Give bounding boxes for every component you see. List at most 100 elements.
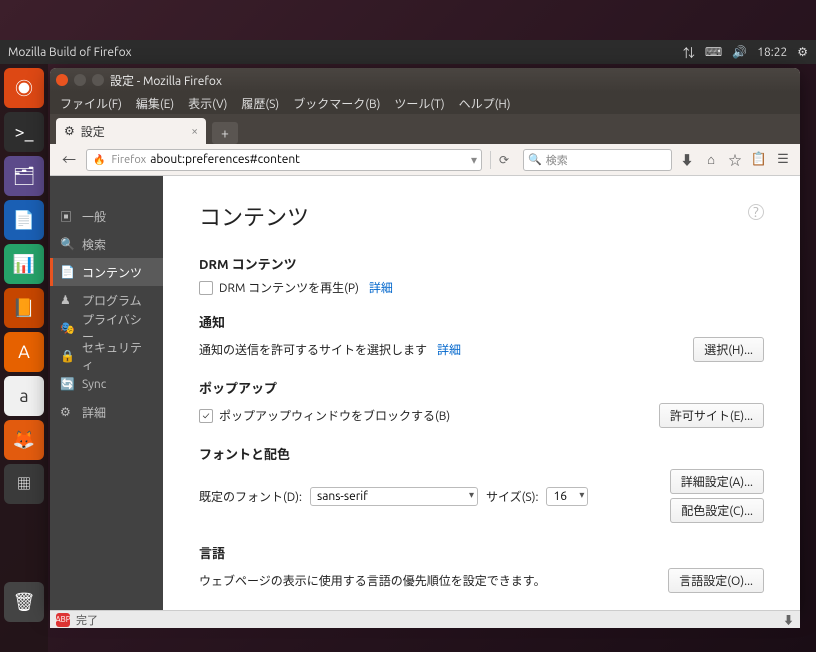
popup-heading: ポップアップ bbox=[199, 378, 764, 397]
notif-details-link[interactable]: 詳細 bbox=[437, 341, 461, 358]
launcher-firefox[interactable]: 🦊 bbox=[4, 420, 44, 460]
lock-icon: 🔒 bbox=[60, 349, 74, 363]
sync-icon: 🔄 bbox=[60, 377, 74, 391]
settings-gear-icon[interactable]: ⚙ bbox=[797, 45, 808, 59]
search-icon: 🔍 bbox=[528, 153, 542, 166]
menu-tools[interactable]: ツール(T) bbox=[394, 95, 444, 112]
sidebar-item-privacy[interactable]: 🎭プライバシー bbox=[50, 314, 163, 342]
sidebar-item-sync[interactable]: 🔄Sync bbox=[50, 370, 163, 398]
bookmark-star-icon[interactable]: ☆ bbox=[726, 150, 744, 169]
drm-play-checkbox-label[interactable]: DRM コンテンツを再生(P) bbox=[199, 279, 359, 296]
sidebar-item-search[interactable]: 🔍検索 bbox=[50, 230, 163, 258]
dropdown-icon[interactable]: ▾ bbox=[471, 153, 477, 167]
tab-close-icon[interactable]: × bbox=[191, 125, 198, 138]
clock[interactable]: 18:22 bbox=[757, 46, 787, 59]
sidebar-item-security[interactable]: 🔒セキュリティ bbox=[50, 342, 163, 370]
gear-icon: ⚙ bbox=[64, 124, 75, 138]
help-icon[interactable]: ? bbox=[748, 204, 764, 220]
menubar: ファイル(F) 編集(E) 表示(V) 履歴(S) ブックマーク(B) ツール(… bbox=[50, 92, 800, 114]
url-input[interactable] bbox=[150, 153, 467, 166]
tab-settings[interactable]: ⚙ 設定 × bbox=[56, 118, 206, 144]
launcher-writer[interactable]: 📄 bbox=[4, 200, 44, 240]
firefox-badge-text: Firefox bbox=[111, 154, 146, 166]
launcher-calc[interactable]: 📊 bbox=[4, 244, 44, 284]
prefs-sidebar: ▣一般 🔍検索 📄コンテンツ ♟プログラム 🎭プライバシー 🔒セキュリティ 🔄S… bbox=[50, 176, 163, 610]
default-font-label: 既定のフォント(D): bbox=[199, 488, 302, 505]
popup-exceptions-button[interactable]: 許可サイト(E)... bbox=[659, 403, 764, 428]
notif-heading: 通知 bbox=[199, 312, 764, 331]
back-button[interactable]: ← bbox=[58, 149, 80, 171]
launcher-amazon[interactable]: a bbox=[4, 376, 44, 416]
tabbar: ⚙ 設定 × + bbox=[50, 114, 800, 144]
menu-view[interactable]: 表示(V) bbox=[188, 95, 227, 112]
sidebar-item-general[interactable]: ▣一般 bbox=[50, 202, 163, 230]
menu-file[interactable]: ファイル(F) bbox=[60, 95, 122, 112]
minimize-icon[interactable] bbox=[74, 74, 86, 86]
url-field[interactable]: 🔥 Firefox ▾ bbox=[86, 149, 482, 171]
font-size-label: サイズ(S): bbox=[486, 488, 538, 505]
separator bbox=[490, 151, 491, 169]
hamburger-menu-icon[interactable]: ☰ bbox=[774, 152, 792, 167]
clipboard-icon[interactable]: 📋 bbox=[750, 152, 768, 167]
gear-icon: ⚙ bbox=[60, 405, 74, 419]
privacy-icon: 🎭 bbox=[60, 321, 74, 335]
search-placeholder: 検索 bbox=[546, 152, 568, 168]
sidebar-item-content[interactable]: 📄コンテンツ bbox=[50, 258, 163, 286]
download-arrow-icon[interactable]: ⬇ bbox=[783, 612, 794, 628]
titlebar[interactable]: 設定 - Mozilla Firefox bbox=[50, 68, 800, 92]
default-font-select[interactable]: sans-serif bbox=[310, 487, 478, 506]
page-title: コンテンツ bbox=[199, 200, 764, 232]
launcher-terminal[interactable]: >_ bbox=[4, 112, 44, 152]
drm-checkbox[interactable] bbox=[199, 281, 213, 295]
launcher-workspace[interactable]: ▦ bbox=[4, 464, 44, 504]
status-bar: ABP 完了 ⬇ bbox=[50, 610, 800, 628]
section-language: 言語 ウェブページの表示に使用する言語の優先順位を設定できます。 言語設定(O)… bbox=[199, 543, 764, 593]
panel-title: Mozilla Build of Firefox bbox=[8, 46, 683, 59]
firefox-badge-icon: 🔥 bbox=[91, 154, 107, 166]
font-advanced-button[interactable]: 詳細設定(A)... bbox=[670, 469, 764, 494]
search-box[interactable]: 🔍 検索 bbox=[523, 149, 672, 171]
section-popup: ポップアップ ✓ ポップアップウィンドウをブロックする(B) 許可サイト(E).… bbox=[199, 378, 764, 428]
new-tab-button[interactable]: + bbox=[212, 122, 238, 144]
drm-heading: DRM コンテンツ bbox=[199, 254, 764, 273]
launcher-trash[interactable]: 🗑 bbox=[4, 582, 44, 622]
colors-button[interactable]: 配色設定(C)... bbox=[670, 498, 764, 523]
font-size-select[interactable]: 16 bbox=[546, 487, 588, 506]
popup-checkbox[interactable]: ✓ bbox=[199, 409, 213, 423]
home-icon[interactable]: ⌂ bbox=[702, 152, 720, 167]
launcher-impress[interactable]: 📙 bbox=[4, 288, 44, 328]
content-icon: 📄 bbox=[60, 265, 74, 279]
reload-button[interactable]: ⟳ bbox=[499, 153, 517, 167]
menu-edit[interactable]: 編集(E) bbox=[136, 95, 174, 112]
lang-choose-button[interactable]: 言語設定(O)... bbox=[668, 568, 764, 593]
downloads-icon[interactable]: ⬇ bbox=[678, 150, 696, 169]
prefs-main: ? コンテンツ DRM コンテンツ DRM コンテンツを再生(P) 詳細 通知 … bbox=[163, 176, 800, 610]
tab-label: 設定 bbox=[81, 123, 105, 140]
launcher-dash[interactable]: ◉ bbox=[4, 68, 44, 108]
network-icon[interactable]: ⇅ bbox=[683, 44, 695, 61]
notif-desc: 通知の送信を許可するサイトを選択します bbox=[199, 341, 427, 358]
status-text: 完了 bbox=[76, 612, 98, 628]
launcher-software[interactable]: A bbox=[4, 332, 44, 372]
launcher-files[interactable]: 🗂 bbox=[4, 156, 44, 196]
launcher: ◉ >_ 🗂 📄 📊 📙 A a 🦊 ▦ 🗑 bbox=[0, 64, 48, 652]
section-drm: DRM コンテンツ DRM コンテンツを再生(P) 詳細 bbox=[199, 254, 764, 296]
drm-details-link[interactable]: 詳細 bbox=[369, 279, 393, 296]
popup-block-label[interactable]: ✓ ポップアップウィンドウをブロックする(B) bbox=[199, 407, 450, 424]
content-area: ▣一般 🔍検索 📄コンテンツ ♟プログラム 🎭プライバシー 🔒セキュリティ 🔄S… bbox=[50, 176, 800, 610]
notif-choose-button[interactable]: 選択(H)... bbox=[693, 337, 764, 362]
applications-icon: ♟ bbox=[60, 293, 74, 307]
maximize-icon[interactable] bbox=[92, 74, 104, 86]
sidebar-item-applications[interactable]: ♟プログラム bbox=[50, 286, 163, 314]
close-icon[interactable] bbox=[56, 74, 68, 86]
top-panel: Mozilla Build of Firefox ⇅ ⌨ 🔊 18:22 ⚙ bbox=[0, 40, 816, 64]
keyboard-icon[interactable]: ⌨ bbox=[705, 45, 722, 59]
sidebar-item-advanced[interactable]: ⚙詳細 bbox=[50, 398, 163, 426]
menu-help[interactable]: ヘルプ(H) bbox=[459, 95, 511, 112]
lang-desc: ウェブページの表示に使用する言語の優先順位を設定できます。 bbox=[199, 572, 546, 589]
adblock-icon[interactable]: ABP bbox=[56, 613, 70, 627]
section-fonts: フォントと配色 既定のフォント(D): sans-serif サイズ(S): 1… bbox=[199, 444, 764, 523]
menu-history[interactable]: 履歴(S) bbox=[241, 95, 279, 112]
volume-icon[interactable]: 🔊 bbox=[732, 45, 747, 59]
menu-bookmarks[interactable]: ブックマーク(B) bbox=[293, 95, 380, 112]
